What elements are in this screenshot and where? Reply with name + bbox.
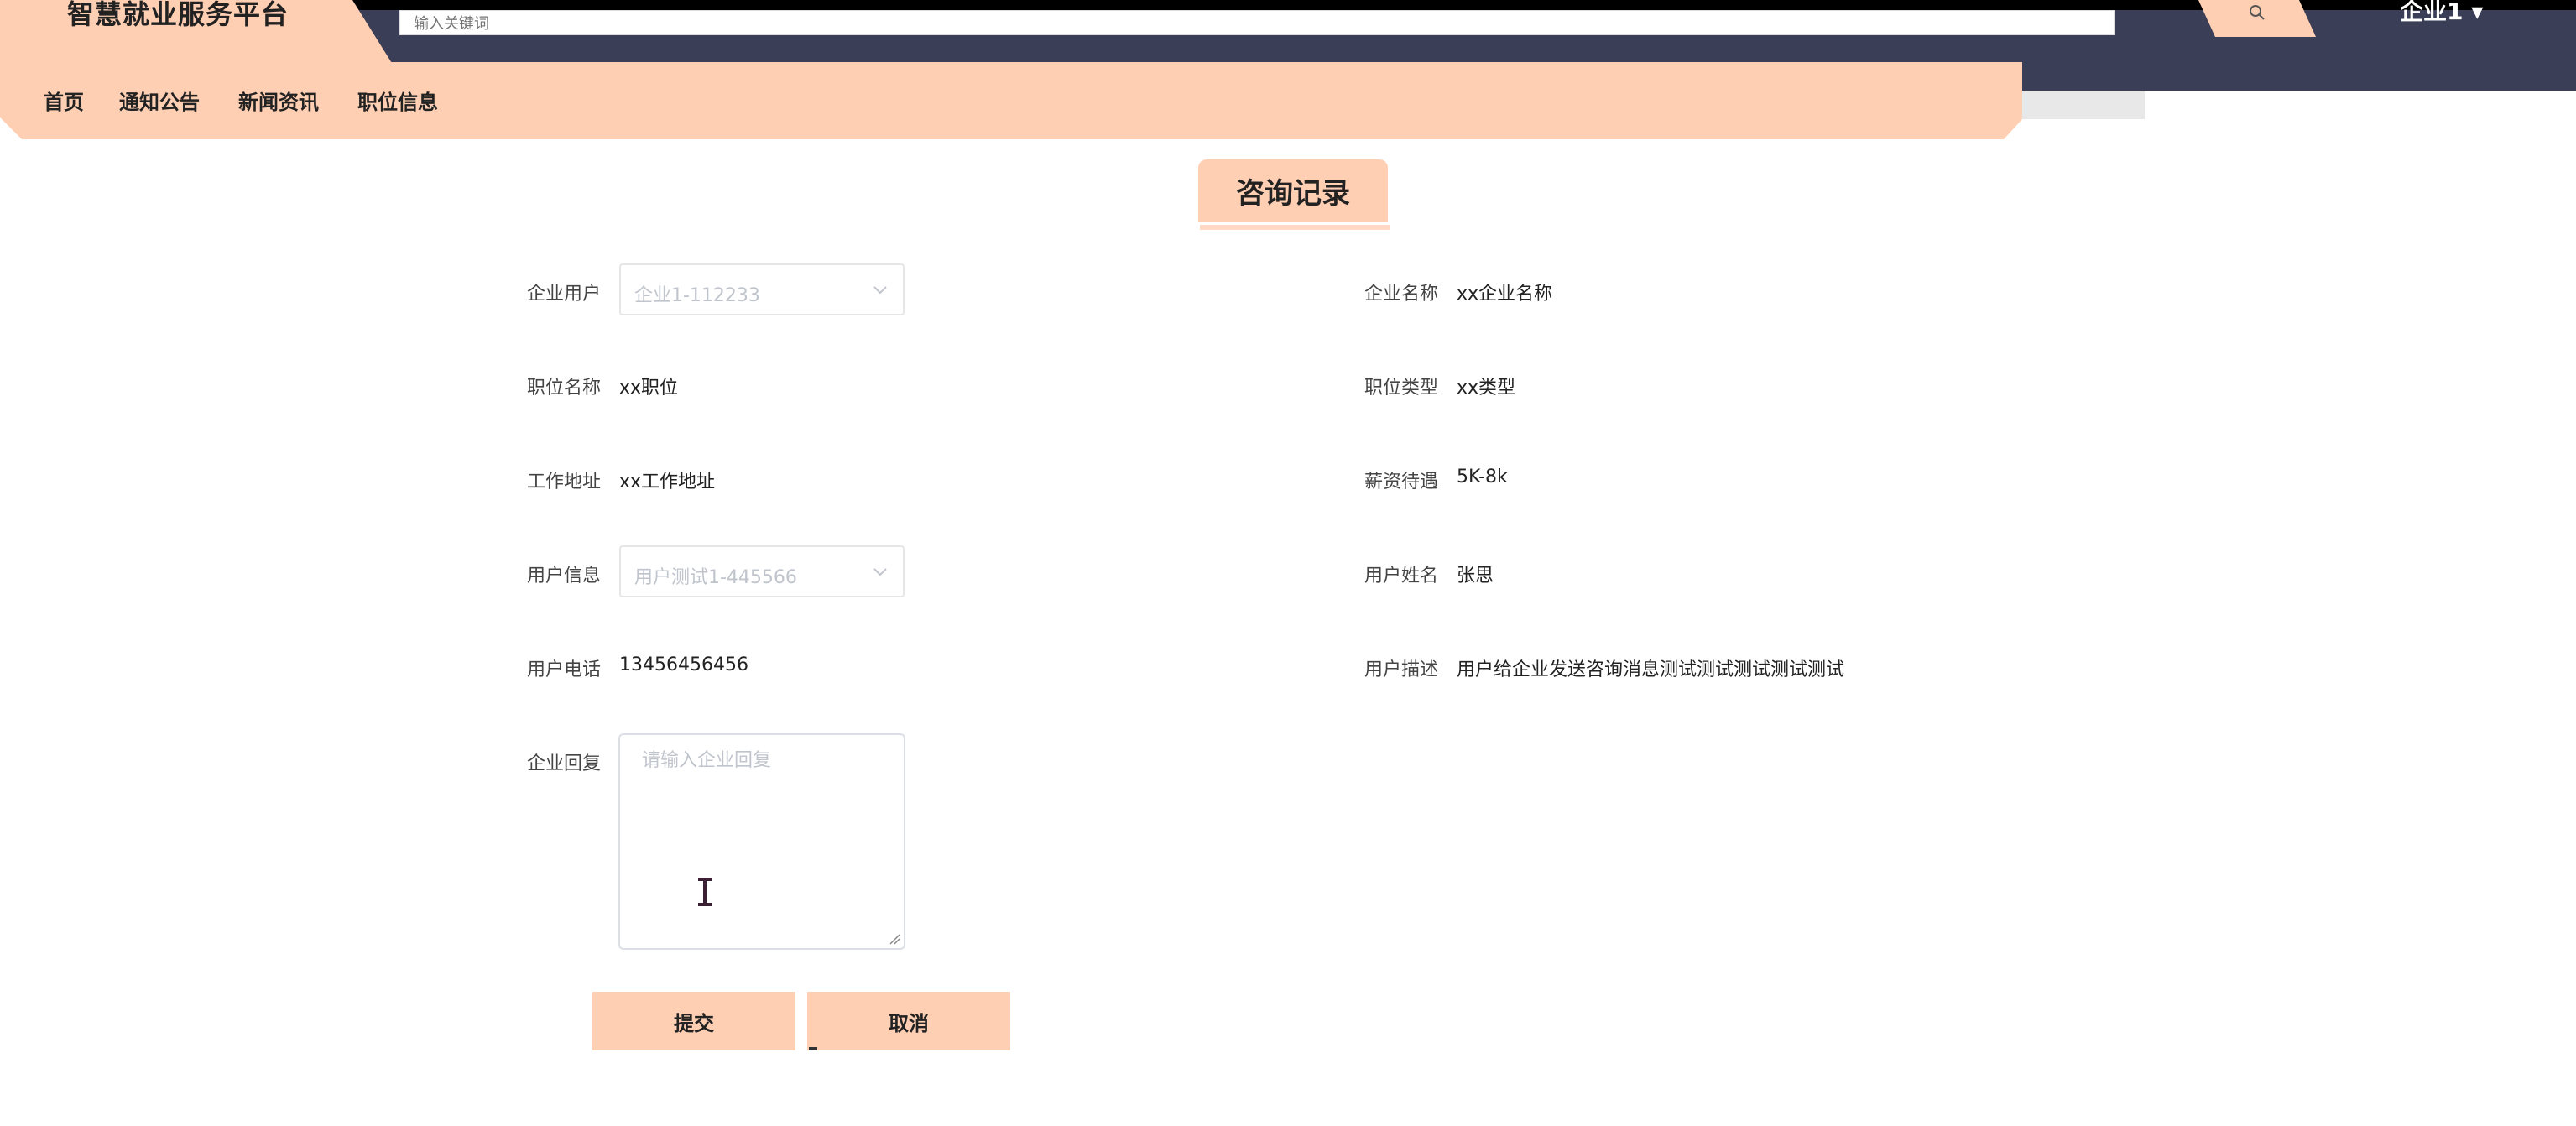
- header-shadow: [2014, 91, 2145, 119]
- search-button[interactable]: [2198, 0, 2316, 37]
- search-input[interactable]: [412, 11, 2010, 36]
- user-menu[interactable]: 企业1 ▾: [2400, 0, 2483, 27]
- user-phone-value: 13456456456: [619, 654, 748, 675]
- salary-label: 薪资待遇: [1364, 472, 1439, 493]
- job-title-value: xx职位: [619, 378, 679, 399]
- company-user-select[interactable]: 企业1-112233: [619, 263, 905, 315]
- submit-button[interactable]: 提交: [592, 992, 795, 1050]
- user-name-label: 用户姓名: [1364, 566, 1439, 586]
- work-address-label: 工作地址: [527, 472, 602, 493]
- user-phone-label: 用户电话: [527, 659, 602, 680]
- search-box[interactable]: [399, 10, 2115, 36]
- company-name-label: 企业名称: [1364, 284, 1439, 305]
- user-desc-value: 用户给企业发送咨询消息测试测试测试测试测试: [1457, 659, 1845, 680]
- site-title[interactable]: 智慧就业服务平台: [67, 0, 289, 32]
- user-name-value: 张思: [1457, 566, 1494, 586]
- window-top-edge: [0, 0, 2576, 10]
- company-reply-label: 企业回复: [527, 753, 602, 774]
- job-type-label: 职位类型: [1364, 378, 1439, 399]
- user-info-select[interactable]: 用户测试1-445566: [619, 545, 905, 597]
- text-cursor-icon: [698, 878, 712, 906]
- nav-item-news[interactable]: 新闻资讯: [238, 86, 319, 115]
- user-info-label: 用户信息: [527, 566, 602, 586]
- nav-item-notices[interactable]: 通知公告: [119, 86, 200, 115]
- company-user-label: 企业用户: [527, 284, 602, 305]
- resize-handle-icon[interactable]: [889, 933, 900, 945]
- salary-value: 5K-8k: [1457, 467, 1508, 487]
- cancel-button[interactable]: 取消: [807, 992, 1010, 1050]
- company-name-value: xx企业名称: [1457, 284, 1553, 305]
- mouse-pointer-mark: [809, 1047, 817, 1050]
- search-icon: [2250, 5, 2265, 20]
- nav-item-home[interactable]: 首页: [44, 86, 84, 115]
- chevron-down-icon: [873, 286, 887, 295]
- job-type-value: xx类型: [1457, 378, 1516, 399]
- job-title-label: 职位名称: [527, 378, 602, 399]
- work-address-value: xx工作地址: [619, 472, 716, 493]
- company-reply-placeholder: 请输入企业回复: [642, 750, 772, 771]
- nav-item-jobs[interactable]: 职位信息: [357, 86, 438, 115]
- section-title: 咨询记录: [1198, 159, 1388, 222]
- user-info-value: 用户测试1-445566: [634, 567, 797, 588]
- user-desc-label: 用户描述: [1364, 659, 1439, 680]
- section-title-underline: [1200, 225, 1390, 230]
- chevron-down-icon: [873, 568, 887, 576]
- company-user-value: 企业1-112233: [634, 285, 760, 306]
- company-reply-textarea[interactable]: 请输入企业回复: [618, 733, 905, 950]
